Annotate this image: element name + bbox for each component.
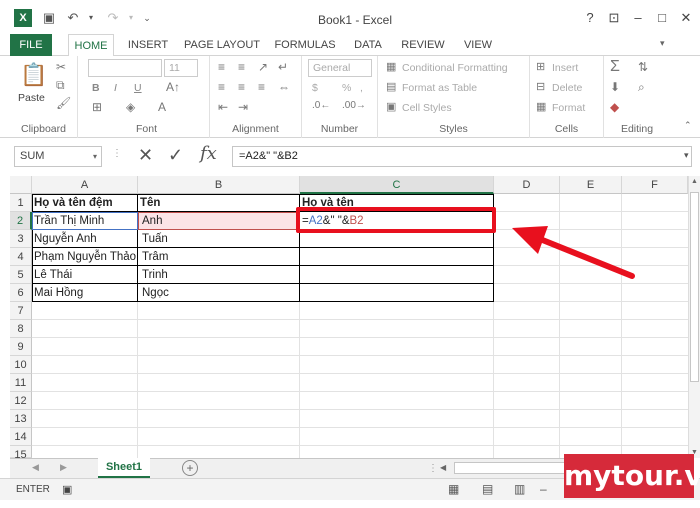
watermark-text: mytour.vn: [564, 459, 700, 492]
tab-split-icon[interactable]: ⋮: [428, 463, 438, 474]
page-layout-view-icon[interactable]: ▤: [482, 482, 493, 496]
annotation-arrow: [512, 226, 635, 279]
hscroll-left-icon[interactable]: ◀: [440, 461, 452, 475]
status-mode: ENTER: [16, 484, 50, 495]
sheet-tab-sheet1[interactable]: Sheet1: [98, 458, 150, 478]
page-break-view-icon[interactable]: ▥: [514, 482, 525, 496]
mytour-watermark-logo: mytour.vn: [564, 454, 700, 498]
sheet-next-icon[interactable]: ▶: [60, 462, 67, 473]
macro-record-icon[interactable]: ▣: [62, 483, 72, 496]
vertical-scroll-thumb[interactable]: [690, 192, 699, 382]
vertical-scrollbar[interactable]: ▲ ▼: [688, 176, 700, 458]
zoom-out-icon[interactable]: –: [540, 482, 547, 496]
new-sheet-icon[interactable]: +: [182, 460, 198, 476]
scroll-up-icon[interactable]: ▲: [691, 178, 698, 185]
normal-view-icon[interactable]: ▦: [448, 482, 459, 496]
sheet-prev-icon[interactable]: ◀: [32, 462, 39, 473]
